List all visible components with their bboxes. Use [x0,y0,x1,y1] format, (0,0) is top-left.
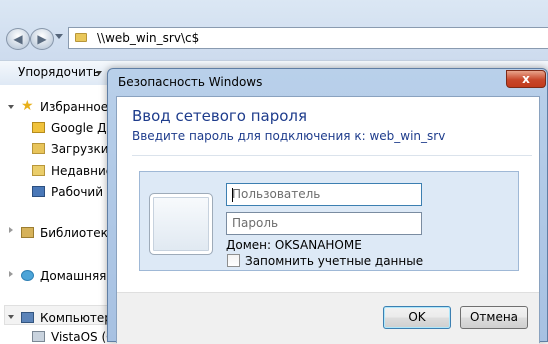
sidebar-item-libraries[interactable]: Библиотеки [40,226,116,240]
expand-arrow-icon[interactable] [9,271,13,277]
expand-arrow-icon[interactable] [8,105,14,109]
forward-button[interactable]: ▶ [30,28,54,50]
back-button[interactable]: ◀ [6,28,30,50]
close-icon: x [522,72,530,86]
remember-credentials-checkbox[interactable] [227,254,240,267]
dialog-title: Безопасность Windows [118,75,263,89]
drive-icon [32,331,45,342]
ok-button[interactable]: OK [383,306,451,329]
dialog-footer: OK Отмена [117,292,539,344]
sidebar-item-homegroup[interactable]: Домашняя г [40,269,117,283]
sidebar-item-recent[interactable]: Недавние [51,164,113,178]
username-field[interactable]: Пользователь [226,183,422,206]
libraries-icon [21,227,34,238]
computer-icon [21,312,34,323]
navigation-pane: ★ Избранное Google Ди Загрузки Недавние … [0,85,119,344]
dialog-subtitle: Введите пароль для подключения к: web_wi… [132,129,446,143]
user-picture-icon [149,193,213,255]
text-caret [232,188,233,202]
sidebar-item-desktop[interactable]: Рабочий с [51,185,113,199]
forward-arrow-icon: ▶ [37,32,47,46]
credential-tile: Пользователь Пароль Домен: OKSANAHOME За… [139,171,519,271]
dialog-heading: Ввод сетевого пароля [132,107,308,125]
sidebar-item-favorites[interactable]: Избранное [40,100,108,114]
recent-places-icon [32,165,45,176]
homegroup-icon [21,270,34,281]
expand-arrow-icon[interactable] [8,315,14,319]
desktop-icon [32,186,45,197]
address-text: \\web_win_srv\c$ [97,31,200,45]
sidebar-item-google-drive[interactable]: Google Ди [51,121,114,135]
downloads-folder-icon [32,143,45,154]
organize-button[interactable]: Упорядочить [18,65,100,79]
recent-pages-dropdown-icon[interactable] [55,34,63,39]
windows-security-dialog: Безопасность Windows x Ввод сетевого пар… [107,68,548,344]
close-button[interactable]: x [506,70,546,88]
navigation-bar: ◀ ▶ \\web_win_srv\c$ [0,0,548,60]
expand-arrow-icon[interactable] [9,227,13,233]
back-arrow-icon: ◀ [13,32,23,46]
password-field[interactable]: Пароль [226,212,422,235]
cancel-button[interactable]: Отмена [460,306,528,329]
password-placeholder: Пароль [232,216,279,230]
google-drive-folder-icon [32,122,45,133]
address-bar[interactable]: \\web_win_srv\c$ [68,27,548,49]
divider [132,155,532,156]
dialog-content: Ввод сетевого пароля Введите пароль для … [116,96,540,344]
remember-credentials-label[interactable]: Запомнить учетные данные [245,254,423,268]
domain-label: Домен: OKSANAHOME [226,238,362,252]
chevron-down-icon [96,71,102,75]
star-icon: ★ [21,98,34,114]
folder-icon [75,33,87,42]
sidebar-item-downloads[interactable]: Загрузки [51,142,109,156]
sidebar-item-computer[interactable]: Компьютер [40,311,112,325]
username-placeholder: Пользователь [232,187,321,201]
